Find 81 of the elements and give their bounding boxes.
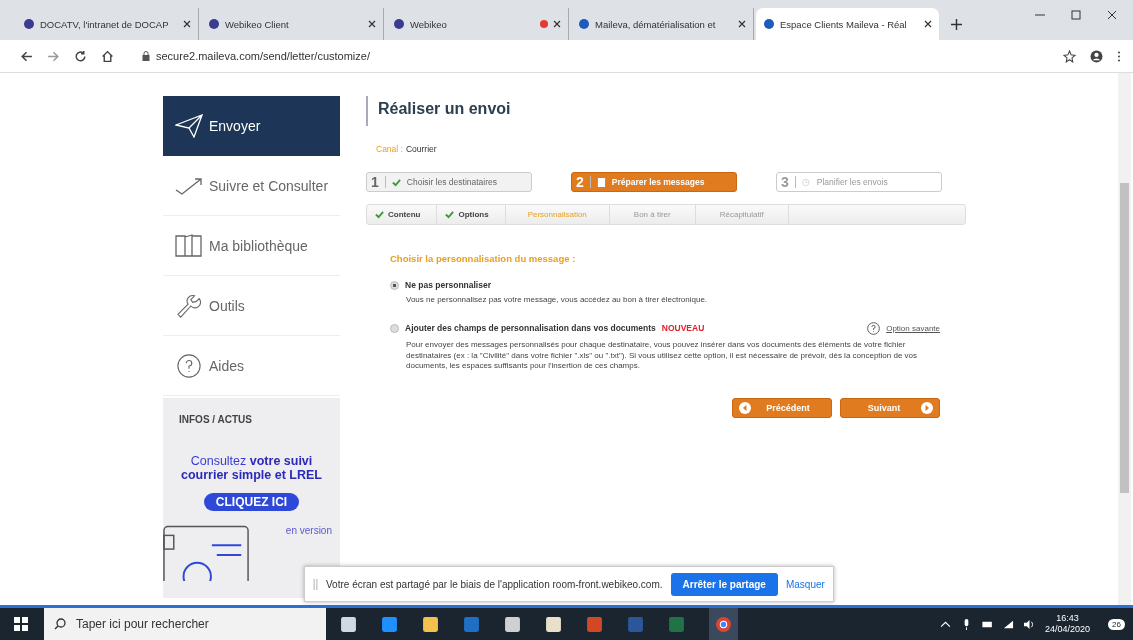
book-icon [175,233,203,258]
option-label: Ajouter des champs de personnalisation dans vos documents [405,323,656,334]
close-icon[interactable] [368,20,376,28]
sidebar-item[interactable]: Envoyer [163,96,340,156]
paper-plane-icon [175,114,203,138]
site-icon [763,18,775,30]
help-link[interactable]: Option savante [886,323,940,333]
search-icon [54,618,66,630]
channel-label: Canal : [376,144,403,154]
chevron-up-icon[interactable] [940,618,952,630]
substep-item: Récapitulatif [695,205,789,224]
hide-link[interactable]: Masquer [785,578,825,590]
sidebar-item[interactable]: Ma bibliothèque [163,216,340,276]
promo-footnote: en version [285,524,332,538]
forward-icon[interactable] [47,49,60,63]
option-label: Ne pas personnaliser [405,280,491,290]
maximize-icon[interactable] [1071,10,1081,20]
close-icon[interactable] [553,20,561,28]
browser-tab[interactable]: Webikeo Client [201,8,384,40]
browser-tab[interactable]: Maileva, dématérialisation et [571,8,754,40]
substep-item: Options [437,205,506,224]
radio-button[interactable] [390,323,399,333]
reload-icon[interactable] [74,49,87,63]
help-icon [867,321,881,335]
document-icon [596,177,606,187]
help-icon [175,353,203,378]
new-label: NOUVEAU [661,323,705,334]
site-icon [208,18,220,30]
share-message: Votre écran est partagé par le biais de l'application room-front.webikeo.com. [326,578,663,590]
close-icon[interactable] [738,20,746,28]
clock-time: 16:43 [1056,613,1079,624]
drag-handle-icon[interactable] [313,578,318,590]
substep-item: Bon à tirer [609,205,696,224]
promo-text: Consultez votre suivi courrier simple et LREL [180,455,323,483]
wrench-icon [175,293,203,318]
account-icon[interactable] [1090,49,1103,63]
option-description: Pour envoyer des messages personnalisés pour chaque destinataire, vous pouvez insérer dans vos documents des éléments de votre fichier destinataires (ex : la "Civilité" dans votre fichier ".xls" ou ".txt"). Si vous utilisez cette option, il est nécessaire de prévoir, dès la conception de vos documents, les espaces suffisants pour l'insertion de ces champs. [406,339,919,373]
back-icon[interactable] [20,49,33,63]
substep-item: Personnalisation [505,205,610,224]
wizard-step: 2 Préparer les messages [571,172,737,192]
substep-item: Contenu [367,205,438,224]
site-icon [393,18,405,30]
check-icon [391,177,401,187]
sidebar-item[interactable]: Aides [163,336,340,396]
clock-date: 24/04/2020 [1045,624,1091,635]
lock-icon [142,51,150,61]
close-icon[interactable] [1107,10,1117,20]
browser-tab[interactable]: Espace Clients Maileva - Réal [756,8,939,40]
wifi-icon[interactable] [1003,618,1015,630]
scrollbar[interactable] [1118,73,1131,605]
speaker-icon[interactable] [1024,618,1036,630]
notification-center[interactable]: 26 [1108,618,1125,630]
browser-tab[interactable]: Webikeo [386,8,569,40]
clock-icon [801,177,811,187]
close-icon[interactable] [183,20,191,28]
check-icon [445,210,455,219]
start-icon[interactable] [14,617,28,631]
close-icon[interactable] [924,20,932,28]
section-heading: Choisir la personnalisation du message : [390,253,577,264]
channel-value: Courrier [405,144,437,154]
sidebar-item[interactable]: Suivre et Consulter [163,156,340,216]
check-icon [375,210,384,219]
wizard-step: 1 Choisir les destinataires [366,172,532,192]
recording-dot-icon [540,20,548,28]
sidebar-item[interactable]: Outils [163,276,340,336]
new-tab-icon[interactable] [951,19,962,30]
news-heading: INFOS / ACTUS [179,414,252,425]
radio-button[interactable] [390,280,399,290]
browser-tab[interactable]: DOCATV, l'intranet de DOCAP [16,8,199,40]
option-description: Vous ne personnalisez pas votre message, vous accédez au bon à tirer électronique. [406,295,709,306]
site-icon [23,18,35,30]
menu-icon[interactable] [1117,49,1121,63]
stop-sharing-button[interactable]: Arrêter le partage [670,572,778,596]
address-field[interactable]: secure2.maileva.com/send/letter/customize/ [156,50,370,62]
home-icon[interactable] [101,49,114,63]
star-icon[interactable] [1063,49,1076,63]
site-icon [578,18,590,30]
wizard-step: 3 Planifier les envois [776,172,942,192]
page-title: Réaliser un envoi [366,96,966,126]
taskbar-search-field[interactable]: Taper ici pour rechercher [44,608,326,640]
click-here-button[interactable]: CLIQUEZ ICI [203,492,300,511]
